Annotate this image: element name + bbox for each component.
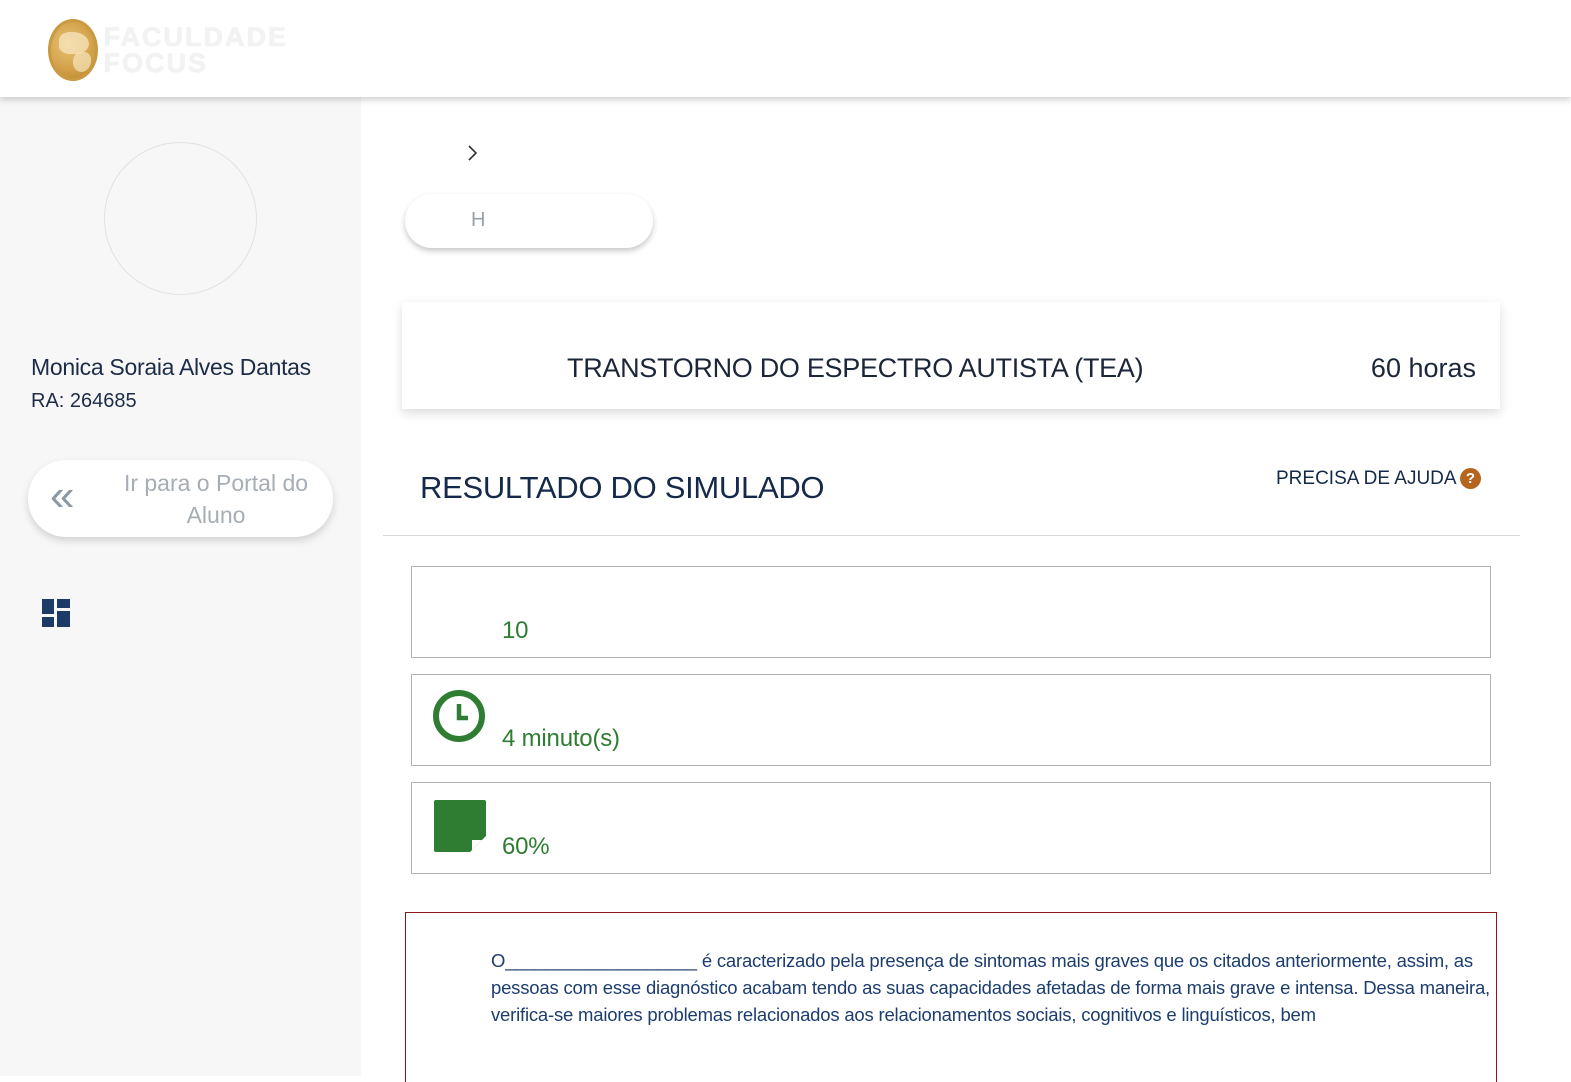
course-hours: 60 horas [1370,353,1476,383]
stat-score-value: 10 [502,617,529,644]
chevron-right-icon [468,145,478,161]
help-icon[interactable]: ? [1460,468,1481,489]
student-portal-button[interactable]: « Ir para o Portal do Aluno [28,460,333,537]
logo-wordmark: FACULDADE FOCUS [103,22,289,78]
globe-logo-icon [48,19,98,81]
avatar [104,142,257,295]
top-header: FACULDADE FOCUS [0,0,1571,97]
pill-tab-button[interactable]: H [405,194,653,248]
section-divider [383,535,1520,536]
dashboard-icon[interactable] [42,599,70,627]
logo-line2: FOCUS [103,48,208,78]
clock-icon [433,690,485,742]
note-icon [434,800,486,852]
course-title: TRANSTORNO DO ESPECTRO AUTISTA (TEA) [567,353,1144,383]
stat-score-box: 10 [411,566,1491,658]
stat-time-box: 4 minuto(s) [411,674,1491,766]
ra-value: 264685 [69,390,137,412]
user-ra: RA: 264685 [31,390,137,413]
stat-percent-box: 60% [411,782,1491,874]
question-box: O___________________ é caracterizado pel… [405,912,1497,1082]
course-card: TRANSTORNO DO ESPECTRO AUTISTA (TEA) 60 … [402,302,1500,409]
stat-time-value: 4 minuto(s) [502,725,620,752]
stat-percent-value: 60% [502,833,550,860]
double-chevron-left-icon: « [50,471,75,520]
question-text: O___________________ é caracterizado pel… [491,950,1490,1025]
sidebar: Monica Soraia Alves Dantas RA: 264685 « … [0,97,361,1076]
logo-line1: FACULDADE [103,22,288,52]
result-title: RESULTADO DO SIMULADO [420,470,825,505]
brand-logo[interactable]: FACULDADE FOCUS [48,18,288,82]
help-link[interactable]: PRECISA DE AJUDA [1276,468,1457,490]
pill-tab-label: H [471,209,486,231]
user-name: Monica Soraia Alves Dantas [31,354,311,380]
ra-label: RA: [31,390,65,412]
student-portal-label: Ir para o Portal do Aluno [123,470,309,528]
